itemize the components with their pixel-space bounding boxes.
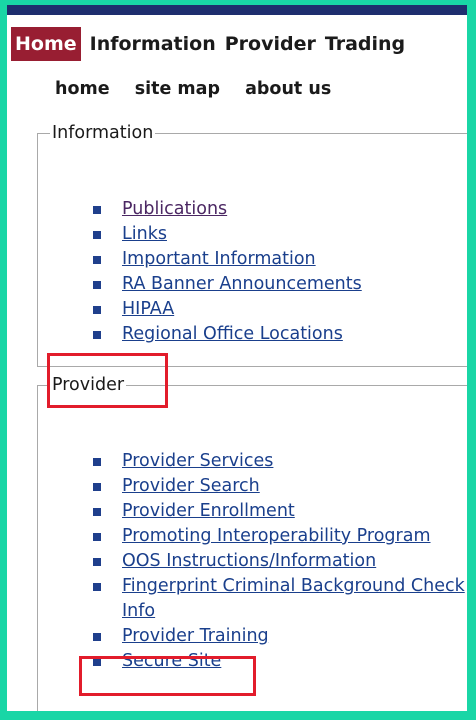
- list-item: Links: [93, 222, 467, 247]
- provider-link-list: Provider Services Provider Search Provid…: [93, 449, 467, 674]
- important-information-link[interactable]: Important Information: [122, 249, 316, 269]
- page-frame: Home Information Provider Trading home s…: [0, 0, 476, 720]
- ra-banner-announcements-link[interactable]: RA Banner Announcements: [122, 274, 362, 294]
- promoting-interoperability-program-link[interactable]: Promoting Interoperability Program: [122, 526, 431, 546]
- square-bullet-icon: [93, 558, 101, 566]
- square-bullet-icon: [93, 206, 101, 214]
- regional-office-locations-link[interactable]: Regional Office Locations: [122, 324, 343, 344]
- information-legend: Information: [52, 123, 154, 143]
- information-link-list: Publications Links Important Information…: [93, 197, 467, 347]
- list-item: OOS Instructions/Information: [93, 549, 467, 574]
- list-item: Important Information: [93, 247, 467, 272]
- list-item: Provider Services: [93, 449, 467, 474]
- publications-link[interactable]: Publications: [122, 199, 227, 219]
- provider-search-link[interactable]: Provider Search: [122, 476, 260, 496]
- list-item: Secure Site: [93, 649, 467, 674]
- information-fieldset: Information Publications Links Important…: [37, 123, 467, 367]
- sub-navigation: home site map about us: [55, 79, 351, 99]
- square-bullet-icon: [93, 458, 101, 466]
- nav-home[interactable]: Home: [11, 27, 81, 61]
- top-banner-strip: [7, 5, 467, 15]
- list-item: HIPAA: [93, 297, 467, 322]
- provider-training-link[interactable]: Provider Training: [122, 626, 269, 646]
- provider-enrollment-link[interactable]: Provider Enrollment: [122, 501, 295, 521]
- provider-services-link[interactable]: Provider Services: [122, 451, 273, 471]
- secure-site-link[interactable]: Secure Site: [122, 651, 221, 671]
- square-bullet-icon: [93, 231, 101, 239]
- nav-provider[interactable]: Provider: [225, 27, 316, 61]
- subnav-site-map-link[interactable]: site map: [135, 79, 220, 99]
- square-bullet-icon: [93, 633, 101, 641]
- list-item: Provider Search: [93, 474, 467, 499]
- list-item: Provider Enrollment: [93, 499, 467, 524]
- square-bullet-icon: [93, 533, 101, 541]
- list-item: Publications: [93, 197, 467, 222]
- subnav-about-us-link[interactable]: about us: [245, 79, 331, 99]
- provider-legend: Provider: [52, 375, 125, 395]
- square-bullet-icon: [93, 281, 101, 289]
- hipaa-link[interactable]: HIPAA: [122, 299, 174, 319]
- square-bullet-icon: [93, 483, 101, 491]
- main-navigation: Home Information Provider Trading: [11, 27, 414, 61]
- square-bullet-icon: [93, 331, 101, 339]
- square-bullet-icon: [93, 306, 101, 314]
- list-item: Promoting Interoperability Program: [93, 524, 467, 549]
- oos-instructions-link[interactable]: OOS Instructions/Information: [122, 551, 376, 571]
- provider-fieldset: Provider Provider Services Provider Sear…: [37, 375, 467, 711]
- square-bullet-icon: [93, 658, 101, 666]
- nav-information[interactable]: Information: [90, 27, 216, 61]
- links-link[interactable]: Links: [122, 224, 167, 244]
- square-bullet-icon: [93, 256, 101, 264]
- fingerprint-background-check-link[interactable]: Fingerprint Criminal Background Check In…: [122, 576, 465, 621]
- list-item: Provider Training: [93, 624, 467, 649]
- list-item: Fingerprint Criminal Background Check In…: [93, 574, 467, 624]
- nav-trading[interactable]: Trading: [325, 27, 405, 61]
- square-bullet-icon: [93, 508, 101, 516]
- subnav-home-link[interactable]: home: [55, 79, 110, 99]
- square-bullet-icon: [93, 583, 101, 591]
- list-item: Regional Office Locations: [93, 322, 467, 347]
- list-item: RA Banner Announcements: [93, 272, 467, 297]
